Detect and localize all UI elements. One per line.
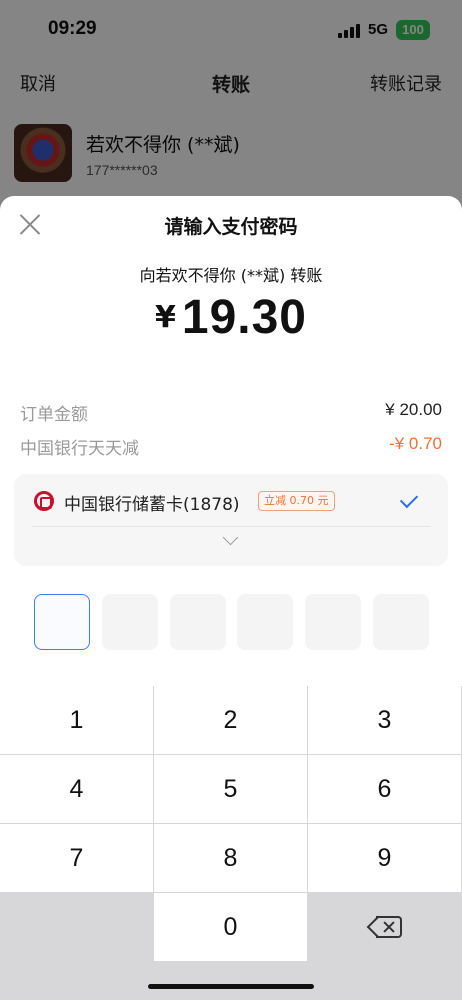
sheet-title: 请输入支付密码 [164, 216, 298, 238]
pin-box[interactable] [102, 594, 158, 650]
chevron-down-icon[interactable] [222, 529, 239, 546]
transfer-to-label: 向若欢不得你 (**斌) 转账 [139, 266, 323, 285]
blank-key [0, 893, 153, 961]
key-3[interactable]: 3 [308, 686, 461, 754]
pin-box[interactable] [305, 594, 361, 650]
bank-of-china-icon [34, 491, 54, 511]
backspace-icon [366, 915, 402, 939]
discount-badge: 立减 0.70 元 [258, 491, 335, 511]
key-0[interactable]: 0 [154, 893, 307, 961]
pin-box[interactable] [373, 594, 429, 650]
order-amount-value: ¥ 20.00 [385, 400, 442, 419]
currency-symbol: ¥ [155, 300, 176, 335]
delete-key[interactable] [308, 893, 461, 961]
key-2[interactable]: 2 [154, 686, 307, 754]
key-8[interactable]: 8 [154, 824, 307, 892]
check-icon[interactable] [399, 489, 419, 509]
card-name: 中国银行储蓄卡(1878) [64, 495, 240, 515]
key-6[interactable]: 6 [308, 755, 461, 823]
key-5[interactable]: 5 [154, 755, 307, 823]
pin-box[interactable] [170, 594, 226, 650]
pin-box[interactable] [237, 594, 293, 650]
key-9[interactable]: 9 [308, 824, 461, 892]
amount-value: 19.30 [181, 291, 307, 344]
key-4[interactable]: 4 [0, 755, 153, 823]
pay-amount: ¥19.30 [0, 290, 462, 345]
divider [32, 526, 430, 527]
discount-label: 中国银行天天减 [20, 439, 139, 459]
discount-row: 中国银行天天减 -¥ 0.70 [20, 434, 442, 460]
home-indicator[interactable] [148, 984, 314, 989]
payment-password-sheet: 请输入支付密码 向若欢不得你 (**斌) 转账 ¥19.30 订单金额 ¥ 20… [0, 196, 462, 686]
pin-box[interactable] [34, 594, 90, 650]
order-amount-row: 订单金额 ¥ 20.00 [20, 400, 442, 426]
password-input[interactable] [34, 594, 430, 650]
discount-value: -¥ 0.70 [389, 434, 442, 453]
payment-method-card[interactable]: 中国银行储蓄卡(1878) 立减 0.70 元 [14, 474, 448, 566]
number-keypad: 1 2 3 4 5 6 7 8 9 0 [0, 686, 462, 1000]
key-1[interactable]: 1 [0, 686, 153, 754]
order-amount-label: 订单金额 [20, 405, 88, 425]
key-7[interactable]: 7 [0, 824, 153, 892]
